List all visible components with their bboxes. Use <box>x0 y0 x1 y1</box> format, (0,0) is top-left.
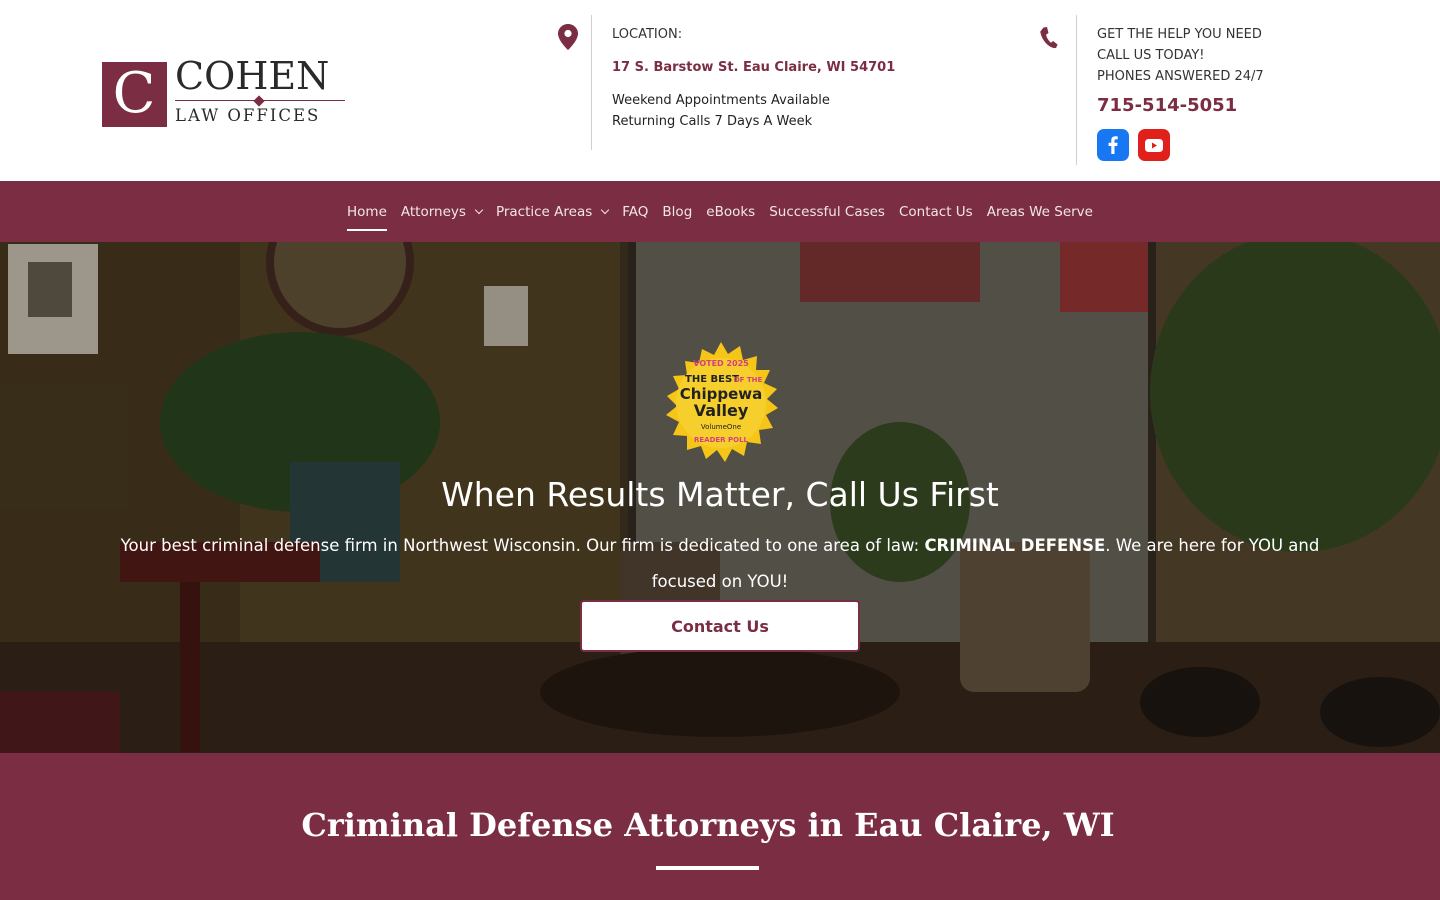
phone-icon <box>1040 27 1058 49</box>
badge-bottom-text: READER POLL <box>694 436 749 444</box>
logo-name: COHEN <box>175 54 330 98</box>
youtube-button[interactable] <box>1138 129 1170 161</box>
chevron-down-icon <box>474 205 484 214</box>
nav-item-label: Successful Cases <box>769 203 885 220</box>
appointments-note-line: Returning Calls 7 Days A Week <box>612 114 813 129</box>
appointments-note: Weekend Appointments Available Returning… <box>612 90 932 132</box>
nav-item-successful-cases[interactable]: Successful Cases <box>769 202 885 222</box>
hero-subtitle-emphasis: CRIMINAL DEFENSE <box>924 536 1106 555</box>
best-of-chippewa-valley-badge: VOTED 2025 THE BEST OF THE Chippewa Vall… <box>666 342 778 462</box>
nav-item-practice-areas[interactable]: Practice Areas <box>495 202 610 222</box>
nav-item-label: Contact Us <box>898 203 973 220</box>
nav-item-attorneys[interactable]: Attorneys <box>400 202 484 222</box>
nav-list: Home Attorneys Practice Areas FAQ Blog e… <box>0 181 1440 242</box>
site-header: C COHEN LAW OFFICES LOCATION: 17 S. Bars… <box>0 0 1440 181</box>
facebook-icon <box>1108 136 1118 154</box>
badge-valley-text: Valley <box>694 401 749 420</box>
youtube-icon <box>1145 138 1163 152</box>
section-title-underline <box>656 866 759 870</box>
nav-item-label: Blog <box>662 203 693 220</box>
nav-item-label: Practice Areas <box>495 203 593 220</box>
map-pin-icon <box>558 24 578 50</box>
appointments-note-line: Weekend Appointments Available <box>612 93 830 108</box>
header-divider <box>1076 15 1077 165</box>
logo-subtitle: LAW OFFICES <box>175 106 321 125</box>
facebook-button[interactable] <box>1097 129 1129 161</box>
badge-ofthe-text: OF THE <box>734 376 763 384</box>
nav-item-label: Areas We Serve <box>986 203 1093 220</box>
address-link[interactable]: 17 S. Barstow St. Eau Claire, WI 54701 <box>612 57 932 78</box>
badge-top-text: VOTED 2025 <box>693 359 749 368</box>
logo-mark: C <box>102 62 167 127</box>
help-text: PHONES ANSWERED 24/7 <box>1097 69 1264 84</box>
location-block: LOCATION: 17 S. Barstow St. Eau Claire, … <box>612 24 932 132</box>
section-title: Criminal Defense Attorneys in Eau Claire… <box>301 806 1115 844</box>
hero-subtitle-text: Your best criminal defense firm in North… <box>120 536 925 555</box>
badge-best-text: THE BEST <box>685 374 739 385</box>
nav-item-label: eBooks <box>706 203 756 220</box>
logo[interactable]: C COHEN LAW OFFICES <box>102 54 352 130</box>
call-block: GET THE HELP YOU NEED CALL US TODAY! PHO… <box>1097 24 1337 161</box>
nav-item-faq[interactable]: FAQ <box>622 202 648 222</box>
chevron-down-icon <box>601 205 610 214</box>
location-label: LOCATION: <box>612 27 683 42</box>
nav-item-areas-we-serve[interactable]: Areas We Serve <box>987 202 1093 222</box>
intro-section: Criminal Defense Attorneys in Eau Claire… <box>0 753 1440 900</box>
phone-number-link[interactable]: 715-514-5051 <box>1097 93 1337 119</box>
nav-item-label: Home <box>347 203 387 220</box>
hero-section: VOTED 2025 THE BEST OF THE Chippewa Vall… <box>0 242 1440 753</box>
nav-item-ebooks[interactable]: eBooks <box>706 202 755 222</box>
help-text: CALL US TODAY! <box>1097 48 1205 63</box>
social-links <box>1097 129 1337 161</box>
header-divider <box>591 15 592 150</box>
badge-volumeone-text: VolumeOne <box>701 423 741 431</box>
contact-us-button[interactable]: Contact Us <box>580 600 860 652</box>
hero-subtitle: Your best criminal defense firm in North… <box>120 528 1320 600</box>
hero-title: When Results Matter, Call Us First <box>441 475 999 514</box>
nav-item-label: Attorneys <box>400 203 466 220</box>
logo-letter: C <box>112 61 156 126</box>
nav-item-label: FAQ <box>622 203 649 220</box>
main-nav: Home Attorneys Practice Areas FAQ Blog e… <box>0 181 1440 242</box>
help-text: GET THE HELP YOU NEED <box>1097 27 1262 42</box>
nav-item-contact-us[interactable]: Contact Us <box>899 202 973 222</box>
nav-item-blog[interactable]: Blog <box>662 202 692 222</box>
nav-item-home[interactable]: Home <box>347 202 387 231</box>
